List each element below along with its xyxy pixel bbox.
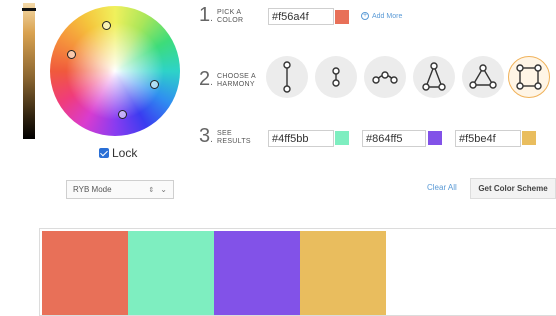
harmony-split-complementary[interactable] xyxy=(413,56,455,98)
result-swatch-3 xyxy=(522,131,536,145)
step-2-label: CHOOSE A HARMONY xyxy=(217,73,256,88)
result-hex-input-2[interactable] xyxy=(362,130,426,147)
scheme-swatch-4 xyxy=(300,231,386,315)
harmony-triad[interactable] xyxy=(462,56,504,98)
sort-arrows-icon: ⇕ xyxy=(148,186,155,194)
color-wheel[interactable] xyxy=(50,6,180,136)
scheme-swatch-2 xyxy=(128,231,214,315)
color-mode-select[interactable]: RYB Mode ⇕ ⌄ xyxy=(66,180,174,199)
harmony-triad-arc[interactable] xyxy=(364,56,406,98)
step-2-number: 2. xyxy=(199,68,213,90)
lock-label: Lock xyxy=(112,146,138,160)
triangle-narrow-icon xyxy=(422,62,446,91)
scheme-swatch-1 xyxy=(42,231,128,315)
harmony-complementary[interactable] xyxy=(266,56,308,98)
result-swatch-2 xyxy=(428,131,442,145)
result-swatch-1 xyxy=(335,131,349,145)
wheel-handle-3[interactable] xyxy=(150,80,159,89)
harmony-analogous[interactable] xyxy=(315,56,357,98)
step-1-label: PICK A COLOR xyxy=(217,9,244,24)
checkbox-checked-icon[interactable] xyxy=(99,148,109,158)
three-dots-arc-icon xyxy=(372,71,398,84)
harmony-tetrad[interactable] xyxy=(508,56,550,98)
get-color-scheme-button[interactable]: Get Color Scheme xyxy=(470,178,556,199)
brightness-slider[interactable] xyxy=(23,3,35,139)
lock-checkbox[interactable]: Lock xyxy=(99,146,137,160)
wheel-handle-2[interactable] xyxy=(67,50,76,59)
triangle-icon xyxy=(469,64,497,89)
step-3-label: SEE RESULTS xyxy=(217,130,251,145)
result-hex-input-3[interactable] xyxy=(455,130,521,147)
wheel-handle-4[interactable] xyxy=(118,110,127,119)
step-3-number: 3. xyxy=(199,125,213,147)
base-color-swatch[interactable] xyxy=(335,10,349,24)
step-1-number: 1. xyxy=(199,4,213,26)
two-dots-close-icon xyxy=(332,67,340,87)
two-dots-line-icon xyxy=(283,61,291,93)
base-color-hex-input[interactable] xyxy=(268,8,334,25)
clear-all-link[interactable]: Clear All xyxy=(427,183,457,192)
add-more-link[interactable]: + Add More xyxy=(361,12,402,20)
brightness-slider-handle[interactable] xyxy=(22,8,36,11)
chevron-down-icon: ⌄ xyxy=(160,185,167,194)
color-scheme-preview xyxy=(39,228,556,316)
wheel-handle-1[interactable] xyxy=(102,21,111,30)
result-hex-input-1[interactable] xyxy=(268,130,334,147)
scheme-swatch-3 xyxy=(214,231,300,315)
plus-circle-icon: + xyxy=(361,12,369,20)
square-icon xyxy=(516,64,542,90)
